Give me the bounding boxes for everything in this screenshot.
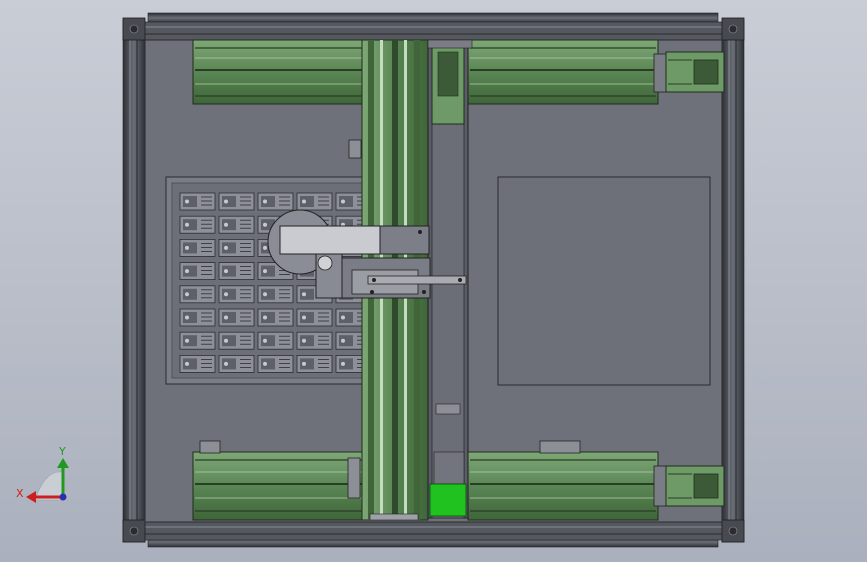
tray-slot — [218, 354, 255, 373]
tray-slot — [257, 308, 294, 327]
tray-slot — [296, 308, 333, 327]
top-rail-left[interactable] — [192, 39, 366, 105]
bottom-rail-left[interactable] — [192, 440, 366, 521]
tray-slot — [179, 215, 216, 234]
tray-slot — [179, 262, 216, 281]
axis-y-label: Y — [58, 445, 66, 458]
tray-slot — [179, 192, 216, 211]
axis-x-label: X — [16, 487, 24, 500]
tray-slot — [296, 192, 333, 211]
tray-slot — [218, 238, 255, 257]
tray-slot — [218, 262, 255, 281]
tray-slot — [179, 238, 216, 257]
tray-slot — [257, 331, 294, 350]
top-rail-right[interactable] — [467, 39, 669, 105]
tray-slot — [179, 331, 216, 350]
tray-slot — [257, 192, 294, 211]
tray-slot — [218, 215, 255, 234]
tray-slot — [257, 285, 294, 304]
tray-slot — [218, 285, 255, 304]
tray-slot — [218, 308, 255, 327]
tray-slot — [179, 308, 216, 327]
work-platform[interactable] — [497, 176, 711, 386]
tray-slot — [218, 192, 255, 211]
tray-slot — [179, 285, 216, 304]
cad-viewport[interactable]: Y X — [0, 0, 867, 562]
limit-switch-top[interactable] — [348, 139, 362, 159]
bottom-right-motor[interactable] — [665, 465, 725, 507]
tray-slot — [218, 331, 255, 350]
tray-slot — [296, 354, 333, 373]
bottom-rail-right[interactable] — [467, 440, 669, 521]
xyz-axis-triad-icon: Y X — [16, 445, 69, 503]
tray-slot — [257, 354, 294, 373]
tray-slot — [296, 331, 333, 350]
tray-slot — [179, 354, 216, 373]
top-right-motor[interactable] — [665, 51, 725, 93]
z-axis-indicator — [429, 483, 467, 517]
